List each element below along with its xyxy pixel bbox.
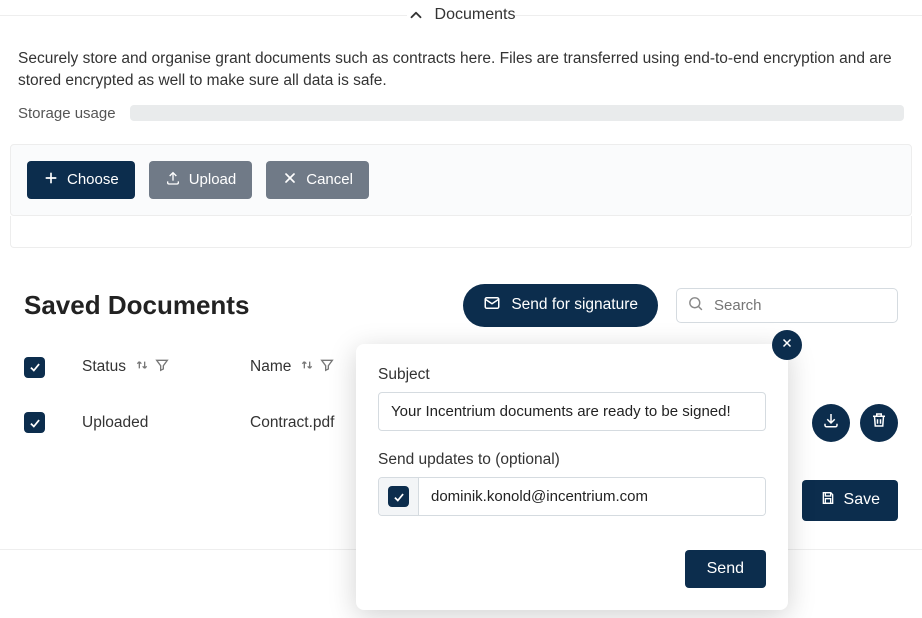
column-status-label: Status (82, 358, 126, 376)
sort-icon[interactable] (134, 357, 150, 378)
column-name-label: Name (250, 358, 291, 376)
storage-usage-row: Storage usage (0, 99, 922, 136)
trash-icon (870, 411, 888, 434)
download-button[interactable] (812, 404, 850, 442)
storage-usage-bar (130, 105, 904, 121)
column-status[interactable]: Status (82, 357, 242, 378)
plus-icon (43, 170, 59, 190)
close-icon (282, 170, 298, 190)
subject-input[interactable] (378, 392, 766, 431)
upload-dropzone[interactable] (10, 216, 912, 248)
send-label: Send (707, 560, 744, 577)
section-title: Documents (435, 6, 516, 24)
storage-usage-label: Storage usage (18, 105, 116, 122)
filter-icon[interactable] (319, 357, 335, 378)
save-icon (820, 490, 836, 511)
send-signature-popover: Subject Send updates to (optional) Send (356, 344, 788, 610)
send-button[interactable]: Send (685, 550, 766, 588)
row-checkbox[interactable] (24, 412, 45, 433)
choose-label: Choose (67, 171, 119, 188)
subject-label: Subject (378, 366, 766, 384)
upload-panel: Choose Upload Cancel (10, 144, 912, 216)
select-all-checkbox[interactable] (24, 357, 45, 378)
updates-label: Send updates to (optional) (378, 451, 766, 469)
upload-icon (165, 170, 181, 190)
download-icon (822, 411, 840, 434)
close-icon (780, 336, 794, 354)
cancel-button[interactable]: Cancel (266, 161, 369, 199)
send-for-signature-button[interactable]: Send for signature (463, 284, 658, 327)
chevron-up-icon (407, 6, 425, 24)
sort-icon[interactable] (299, 357, 315, 378)
search-icon (687, 295, 704, 316)
section-description: Securely store and organise grant docume… (0, 30, 922, 99)
mail-icon (483, 294, 501, 317)
search-field[interactable] (676, 288, 898, 323)
upload-label: Upload (189, 171, 237, 188)
save-button[interactable]: Save (802, 480, 898, 521)
send-for-signature-label: Send for signature (511, 296, 638, 314)
save-label: Save (844, 491, 880, 509)
search-input[interactable] (712, 296, 887, 315)
cancel-label: Cancel (306, 171, 353, 188)
updates-email-input[interactable] (419, 478, 765, 515)
upload-button[interactable]: Upload (149, 161, 253, 199)
filter-icon[interactable] (154, 357, 170, 378)
popover-close-button[interactable] (772, 330, 802, 360)
row-status: Uploaded (82, 414, 242, 432)
updates-checkbox[interactable] (388, 486, 409, 507)
section-header[interactable]: Documents (407, 0, 516, 30)
choose-button[interactable]: Choose (27, 161, 135, 199)
saved-documents-title: Saved Documents (24, 290, 249, 321)
delete-button[interactable] (860, 404, 898, 442)
